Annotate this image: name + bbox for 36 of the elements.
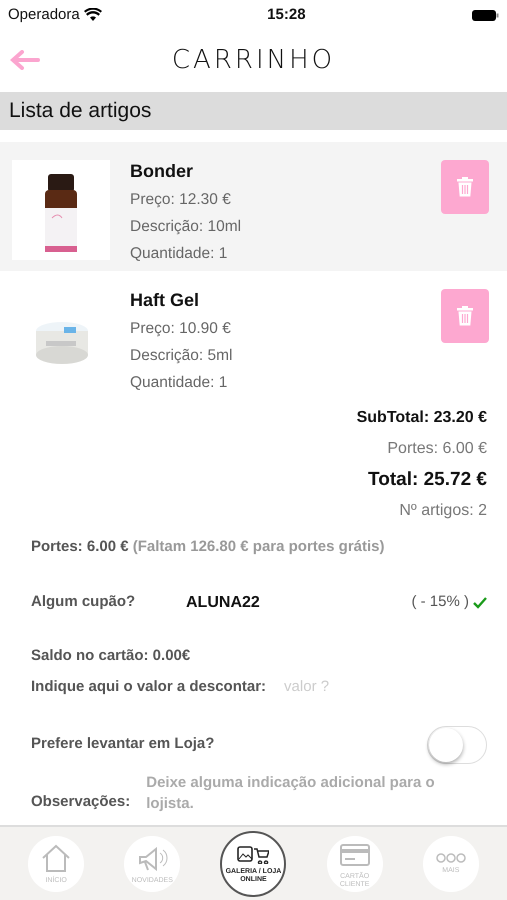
delete-button[interactable] (441, 160, 489, 214)
card-balance: Saldo no cartão: 0.00€ (31, 646, 192, 666)
battery-icon (471, 8, 499, 22)
coupon-discount: ( - 15% ) (411, 592, 469, 612)
more-icon (434, 852, 467, 862)
product-description: Descrição: 10ml (130, 217, 242, 236)
item-count: Nº artigos: 2 (398, 501, 487, 520)
home-icon (40, 842, 72, 872)
trash-icon (457, 306, 473, 326)
status-time: 15:28 (267, 4, 306, 25)
pickup-label: Prefere levantar em Loja? (31, 734, 214, 754)
total-text: Total: 25.72 € (367, 470, 487, 489)
pickup-toggle[interactable] (427, 726, 487, 764)
product-price: Preço: 10.90 € (130, 319, 232, 338)
product-quantity: Quantidade: 1 (130, 373, 228, 392)
shipping-note: Portes: 6.00 € (Faltam 126.80 € para portes grátis) (31, 537, 386, 557)
coupon-label: Algum cupão? (31, 592, 136, 612)
subtotal-text: SubTotal: 23.20 € (356, 408, 487, 427)
product-name: Haft Gel (130, 289, 200, 311)
page-title: CARRINHO (172, 44, 336, 76)
notes-field[interactable]: Deixe alguma indicação adicional para o lojista. (146, 772, 466, 814)
gallery-cart-icon (237, 844, 270, 864)
back-arrow-icon[interactable] (10, 50, 40, 70)
discount-label: Indique aqui o valor a descontar: (31, 677, 266, 697)
product-description: Descrição: 5ml (130, 346, 234, 365)
coupon-code: ALUNA22 (186, 592, 261, 612)
trash-icon (457, 177, 473, 197)
section-title: Lista de artigos (9, 98, 152, 124)
notes-label: Observações: (31, 792, 130, 812)
carrier-name: Operadora (8, 4, 80, 25)
product-quantity: Quantidade: 1 (130, 244, 228, 263)
wifi-icon (84, 8, 102, 22)
shipping-cost: Portes: 6.00 € (386, 439, 487, 458)
product-name: Bonder (130, 160, 194, 182)
delete-button[interactable] (441, 289, 489, 343)
product-price: Preço: 12.30 € (130, 190, 232, 209)
